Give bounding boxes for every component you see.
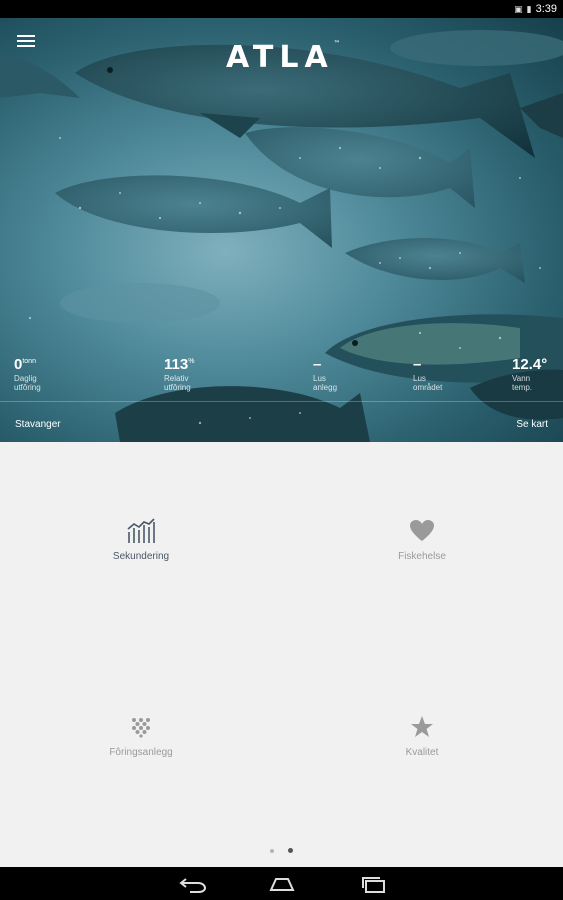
menu-icon[interactable] (17, 35, 35, 49)
stat-lice-area: – Lus området (413, 356, 443, 392)
page-dot-active[interactable] (288, 848, 293, 853)
stats-row: 0tonn Daglig utfôring 113% Relativ utfôr… (0, 353, 563, 403)
page-indicator (0, 848, 563, 853)
tile-fiskehelse[interactable]: Fiskehelse (322, 516, 522, 562)
stat-daily-feeding: 0tonn Daglig utfôring (14, 356, 41, 392)
app-logo: ATLA™ (226, 40, 340, 75)
system-nav-bar (0, 867, 563, 900)
status-bar: ▣ ▮ 3:39 (0, 0, 563, 18)
stat-lice-site: – Lus anlegg (313, 356, 338, 392)
tile-label: Fôringsanlegg (109, 747, 173, 758)
status-time: 3:39 (535, 3, 557, 15)
back-icon[interactable] (178, 875, 208, 893)
stat-relative-feeding: 113% Relativ utfôring (164, 356, 195, 392)
location-label: Stavanger (15, 419, 61, 430)
location-bar: Stavanger Se kart (0, 401, 563, 442)
tile-label: Kvalitet (405, 747, 439, 758)
signal-icon: ▣ (514, 3, 523, 14)
see-map-link[interactable]: Se kart (516, 419, 548, 430)
tile-label: Sekundering (112, 551, 170, 562)
chart-icon (41, 516, 241, 546)
pellets-icon (41, 712, 241, 742)
star-icon (322, 712, 522, 742)
home-icon[interactable] (267, 875, 297, 893)
stat-water-temp: 12.4° Vann temp. (512, 356, 548, 392)
tile-foringsanlegg[interactable]: Fôringsanlegg (41, 712, 241, 758)
tile-sekundering[interactable]: Sekundering (41, 516, 241, 562)
battery-icon: ▮ (526, 3, 532, 14)
hero-banner: ATLA™ 0tonn Daglig utfôring 113% Relativ… (0, 18, 563, 442)
page-dot[interactable] (270, 849, 274, 853)
tile-label: Fiskehelse (398, 551, 446, 562)
heart-icon (322, 516, 522, 546)
recents-icon[interactable] (358, 875, 388, 893)
tile-kvalitet[interactable]: Kvalitet (322, 712, 522, 758)
main-menu: Sekundering Fiskehelse Fôringsanlegg Kva… (0, 442, 563, 867)
